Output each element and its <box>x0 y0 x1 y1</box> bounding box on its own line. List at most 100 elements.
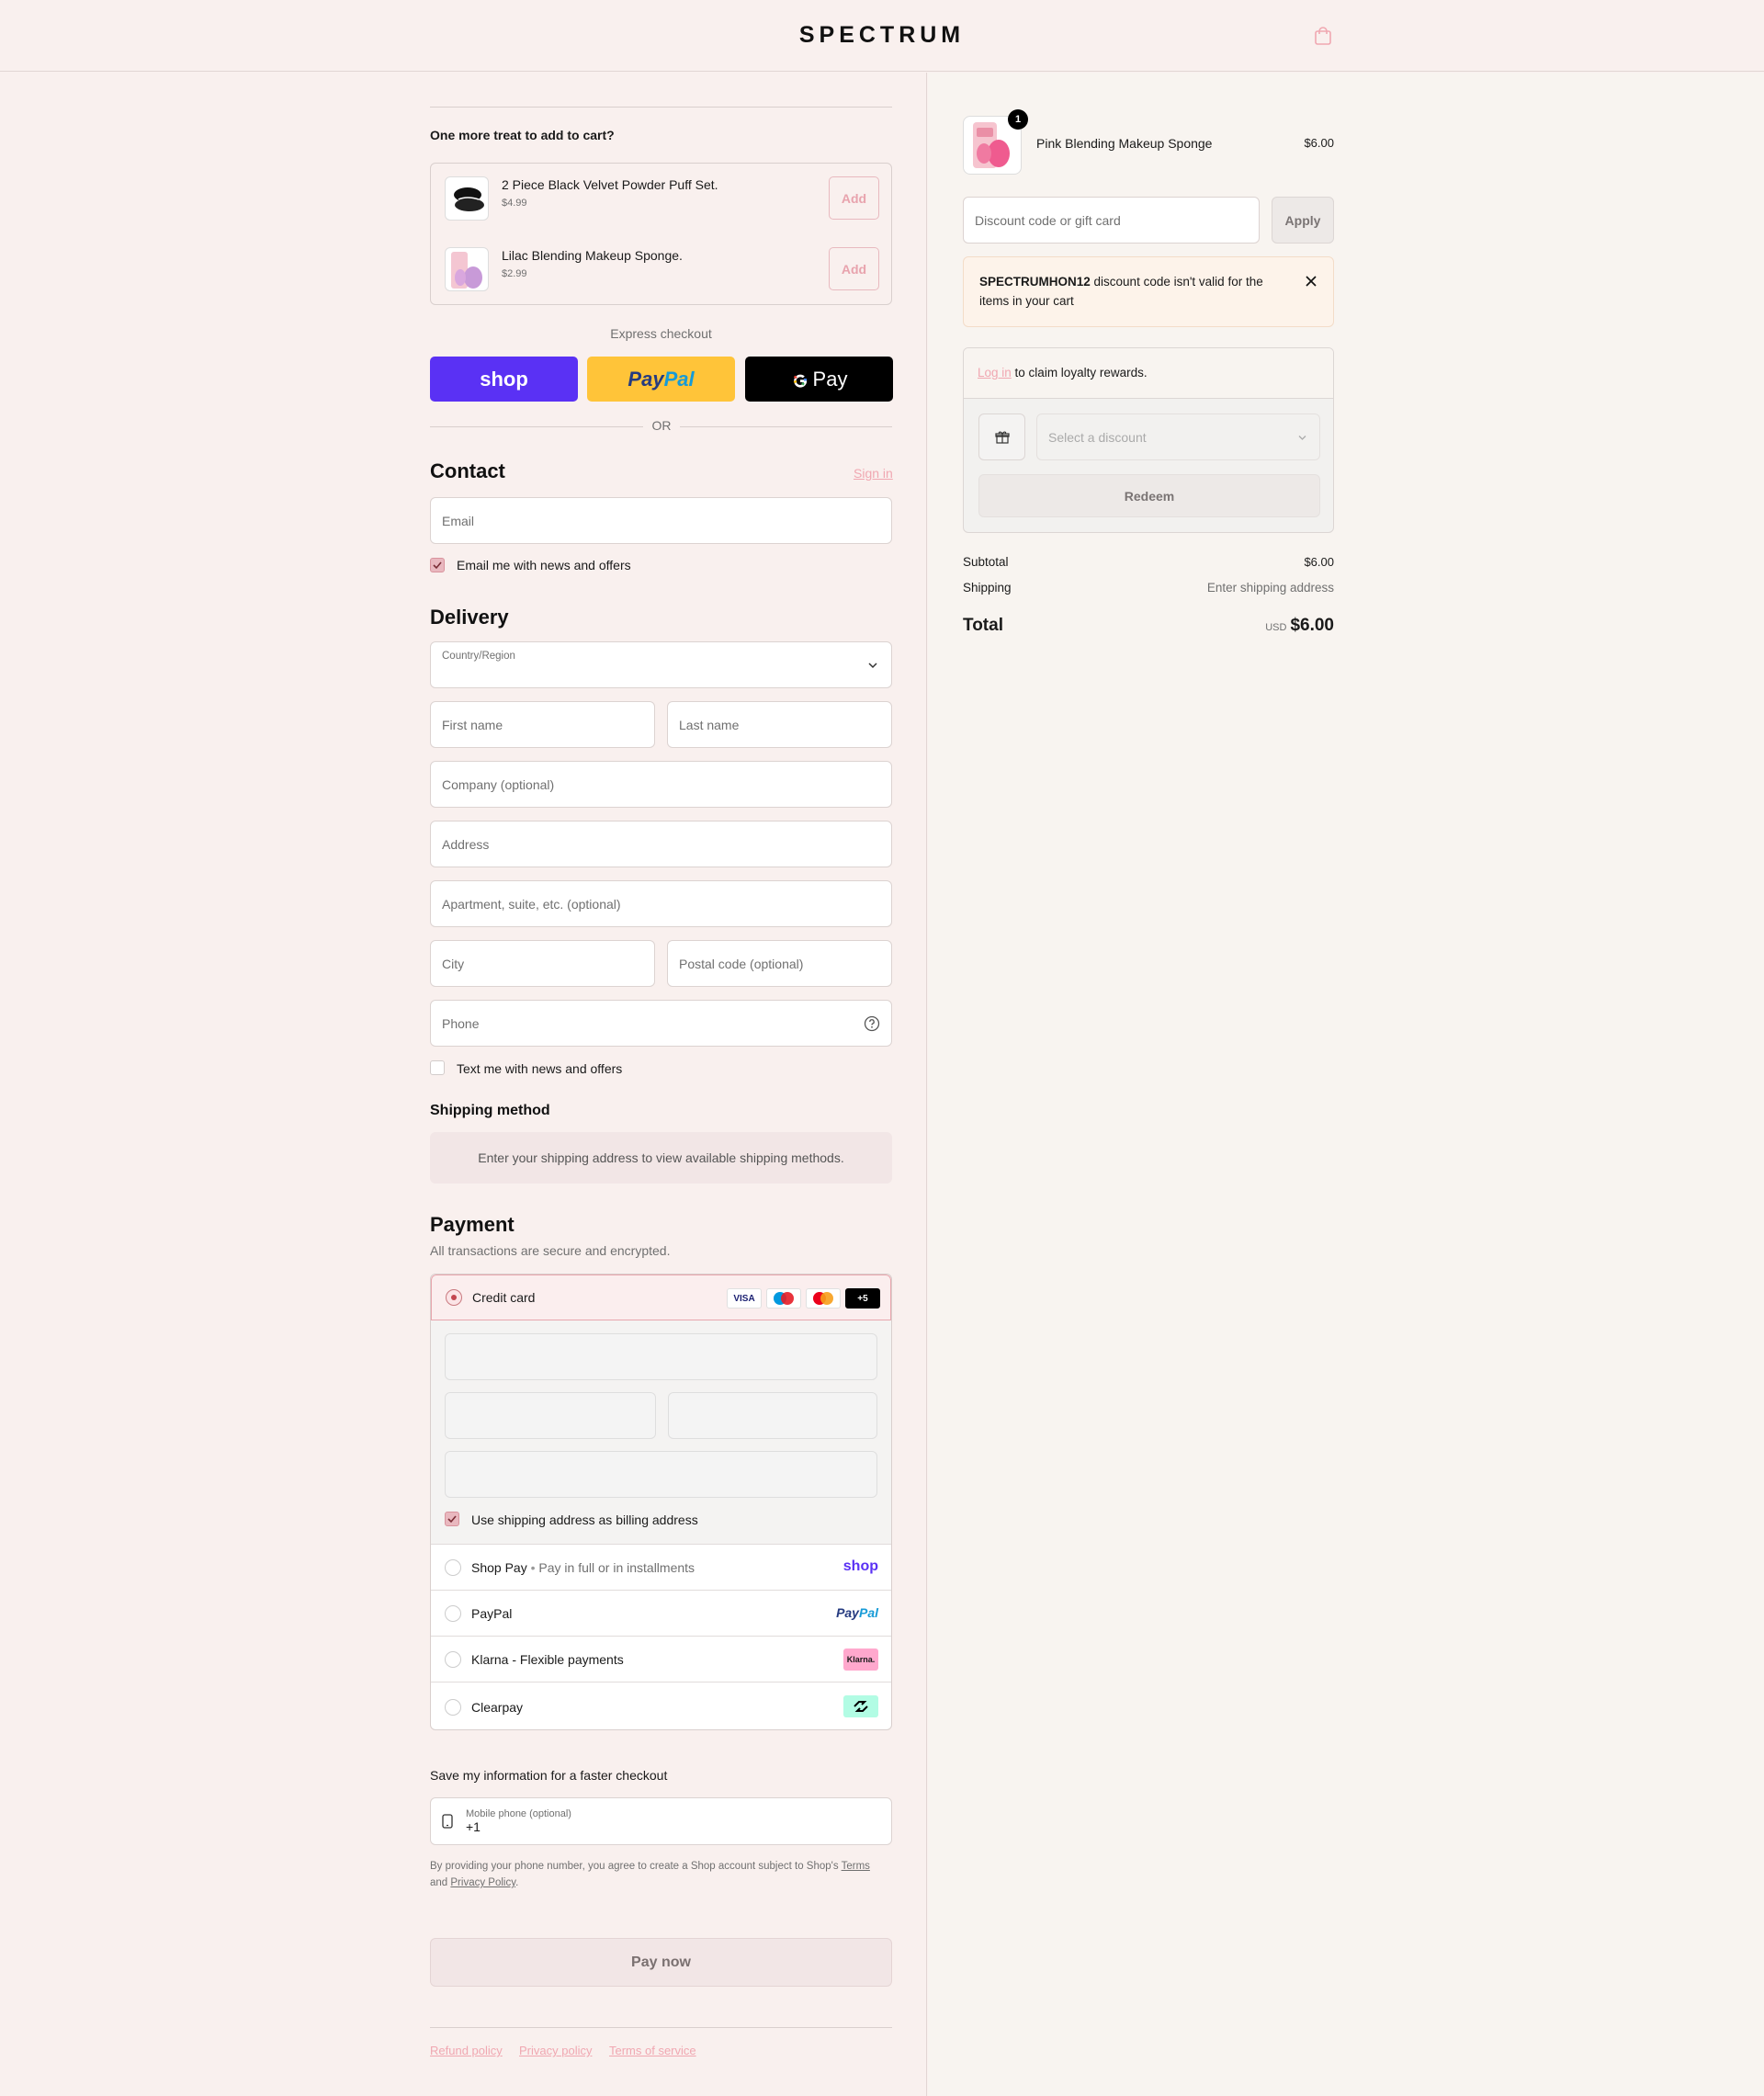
paypal-logo: PayPal <box>628 367 695 391</box>
billing-address-checkbox[interactable] <box>445 1512 459 1526</box>
klarna-option[interactable]: Klarna - Flexible payments Klarna. <box>431 1636 891 1682</box>
card-details-panel: Use shipping address as billing address <box>431 1320 891 1544</box>
visa-icon: VISA <box>727 1288 762 1309</box>
upsell-item-image <box>445 176 489 221</box>
subtotal-label: Subtotal <box>963 555 1009 569</box>
paypal-button[interactable]: PayPal <box>587 357 735 402</box>
email-news-label: Email me with news and offers <box>457 558 631 572</box>
shipping-method-heading: Shipping method <box>430 1103 550 1118</box>
shipping-value: Enter shipping address <box>1206 581 1334 595</box>
shop-pay-radio[interactable] <box>445 1559 461 1576</box>
shop-pay-logo: shop <box>480 367 528 391</box>
shipping-label: Shipping <box>963 581 1012 595</box>
or-divider-label: OR <box>643 418 680 433</box>
lilac-sponge-image <box>451 252 482 289</box>
payment-methods: Credit card VISA +5 Use shipping address… <box>430 1274 892 1730</box>
mobile-phone-field[interactable]: Mobile phone (optional) +1 <box>430 1797 892 1845</box>
company-field[interactable]: Company (optional) <box>430 761 892 808</box>
billing-address-label: Use shipping address as billing address <box>471 1513 698 1527</box>
upsell-item-name: Lilac Blending Makeup Sponge. <box>502 248 683 263</box>
card-cvv-field[interactable] <box>668 1392 877 1439</box>
mobile-phone-label: Mobile phone (optional) <box>466 1808 571 1819</box>
postal-code-field[interactable]: Postal code (optional) <box>667 940 892 987</box>
help-icon[interactable] <box>864 1015 880 1032</box>
mobile-phone-value: +1 <box>466 1819 481 1834</box>
shipping-notice: Enter your shipping address to view avai… <box>430 1132 892 1184</box>
email-news-checkbox[interactable] <box>430 558 445 572</box>
shop-pay-label: Shop Pay • Pay in full or in installment… <box>471 1560 695 1575</box>
contact-heading: Contact <box>430 459 505 482</box>
clearpay-logo <box>843 1695 878 1717</box>
maestro-icon <box>766 1288 801 1309</box>
privacy-policy-link[interactable]: Privacy Policy <box>450 1877 515 1888</box>
checkmark-icon <box>433 561 442 570</box>
upsell-list: 2 Piece Black Velvet Powder Puff Set. $4… <box>430 163 892 305</box>
upsell-item-name: 2 Piece Black Velvet Powder Puff Set. <box>502 177 718 192</box>
site-header: SPECTRUM <box>0 0 1764 72</box>
add-upsell-button[interactable]: Add <box>829 176 879 220</box>
delivery-heading: Delivery <box>430 606 509 629</box>
address-field[interactable]: Address <box>430 821 892 867</box>
pay-now-button[interactable]: Pay now <box>430 1938 892 1987</box>
store-logo[interactable]: SPECTRUM <box>0 22 1764 49</box>
credit-card-radio[interactable] <box>446 1289 462 1306</box>
last-name-field[interactable]: Last name <box>667 701 892 748</box>
google-pay-button[interactable]: Pay <box>745 357 893 402</box>
close-icon[interactable] <box>1306 276 1317 287</box>
shopping-bag-icon[interactable] <box>1314 26 1332 46</box>
klarna-radio[interactable] <box>445 1651 461 1668</box>
loyalty-rewards-panel: Log in to claim loyalty rewards. Select … <box>963 347 1334 533</box>
clearpay-option[interactable]: Clearpay <box>431 1682 891 1729</box>
email-field[interactable]: Email <box>430 497 892 544</box>
text-news-checkbox[interactable] <box>430 1060 445 1075</box>
total-label: Total <box>963 616 1003 635</box>
discount-code-field[interactable]: Discount code or gift card <box>963 197 1260 244</box>
card-name-field[interactable] <box>445 1451 877 1498</box>
powder-puff-image <box>454 187 484 211</box>
mobile-phone-icon <box>442 1814 453 1829</box>
shop-pay-button[interactable]: shop <box>430 357 578 402</box>
first-name-field[interactable]: First name <box>430 701 655 748</box>
privacy-policy-footer-link[interactable]: Privacy policy <box>519 2044 592 2057</box>
klarna-label: Klarna - Flexible payments <box>471 1652 624 1667</box>
payment-heading: Payment <box>430 1213 514 1236</box>
card-number-field[interactable] <box>445 1333 877 1380</box>
gift-icon <box>994 431 1010 444</box>
card-expiry-field[interactable] <box>445 1392 656 1439</box>
log-in-link[interactable]: Log in <box>978 366 1012 380</box>
select-discount-dropdown[interactable]: Select a discount <box>1036 414 1320 460</box>
upsell-item-image <box>445 247 489 291</box>
clearpay-radio[interactable] <box>445 1699 461 1716</box>
gift-button[interactable] <box>978 414 1025 460</box>
city-field[interactable]: City <box>430 940 655 987</box>
chevron-down-icon <box>868 663 877 669</box>
chevron-down-icon <box>1298 436 1306 440</box>
country-label: Country/Region <box>442 651 515 662</box>
phone-placeholder: Phone <box>442 1015 480 1031</box>
phone-field[interactable]: Phone <box>430 1000 892 1047</box>
paypal-option[interactable]: PayPal PayPal <box>431 1590 891 1636</box>
terms-of-service-link[interactable]: Terms of service <box>609 2044 696 2057</box>
product-price: $6.00 <box>1304 136 1334 150</box>
text-news-label: Text me with news and offers <box>457 1061 623 1076</box>
save-info-heading: Save my information for a faster checkou… <box>430 1768 668 1783</box>
country-select[interactable]: Country/Region <box>430 641 892 688</box>
add-upsell-button[interactable]: Add <box>829 247 879 290</box>
apartment-field[interactable]: Apartment, suite, etc. (optional) <box>430 880 892 927</box>
google-g-icon <box>793 374 807 388</box>
payment-subtitle: All transactions are secure and encrypte… <box>430 1243 671 1258</box>
credit-card-option[interactable]: Credit card VISA +5 <box>431 1275 891 1320</box>
shop-pay-option[interactable]: Shop Pay • Pay in full or in installment… <box>431 1544 891 1590</box>
apply-discount-button[interactable]: Apply <box>1272 197 1334 244</box>
loyalty-header: Log in to claim loyalty rewards. <box>964 348 1333 399</box>
terms-link[interactable]: Terms <box>842 1861 870 1872</box>
shop-pay-logo: shop <box>842 1558 878 1574</box>
paypal-radio[interactable] <box>445 1605 461 1622</box>
redeem-button[interactable]: Redeem <box>978 474 1320 517</box>
quantity-badge: 1 <box>1008 109 1028 130</box>
sign-in-link[interactable]: Sign in <box>854 466 893 482</box>
total-value: $6.00 <box>1290 616 1334 635</box>
refund-policy-link[interactable]: Refund policy <box>430 2044 503 2057</box>
footer-divider <box>430 2027 892 2028</box>
paypal-logo: PayPal <box>836 1605 878 1620</box>
